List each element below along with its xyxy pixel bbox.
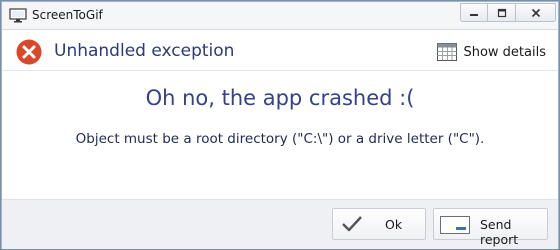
grid-icon (437, 43, 458, 61)
crash-dialog-window: ScreenToGif Unhandled exception Show det… (0, 0, 560, 250)
minimize-icon (470, 13, 478, 16)
title-bar[interactable]: ScreenToGif (2, 2, 558, 30)
ok-label: Ok (385, 217, 403, 232)
error-message: Object must be a root directory ("C:\") … (75, 131, 485, 147)
window-controls (460, 3, 556, 23)
maximize-icon (497, 8, 506, 17)
monitor-icon (9, 8, 27, 23)
minimize-button[interactable] (460, 3, 488, 22)
show-details-label: Show details (463, 44, 546, 60)
close-button[interactable] (516, 3, 556, 22)
error-icon (16, 39, 42, 65)
maximize-button[interactable] (488, 3, 516, 22)
window-title: ScreenToGif (32, 8, 103, 22)
show-details-button[interactable]: Show details (437, 41, 546, 63)
send-report-icon (440, 216, 470, 234)
dialog-footer: Ok Send report (2, 199, 558, 249)
dialog-header: Unhandled exception Show details (2, 31, 558, 71)
ok-button[interactable]: Ok (332, 208, 426, 240)
close-icon (531, 8, 540, 17)
checkmark-icon (342, 216, 362, 232)
crash-headline: Oh no, the app crashed :( (145, 86, 415, 110)
send-report-button[interactable]: Send report (433, 208, 548, 247)
send-report-label: Send report (480, 217, 519, 247)
header-title: Unhandled exception (54, 41, 235, 61)
dialog-content: Oh no, the app crashed :( Object must be… (2, 72, 558, 198)
